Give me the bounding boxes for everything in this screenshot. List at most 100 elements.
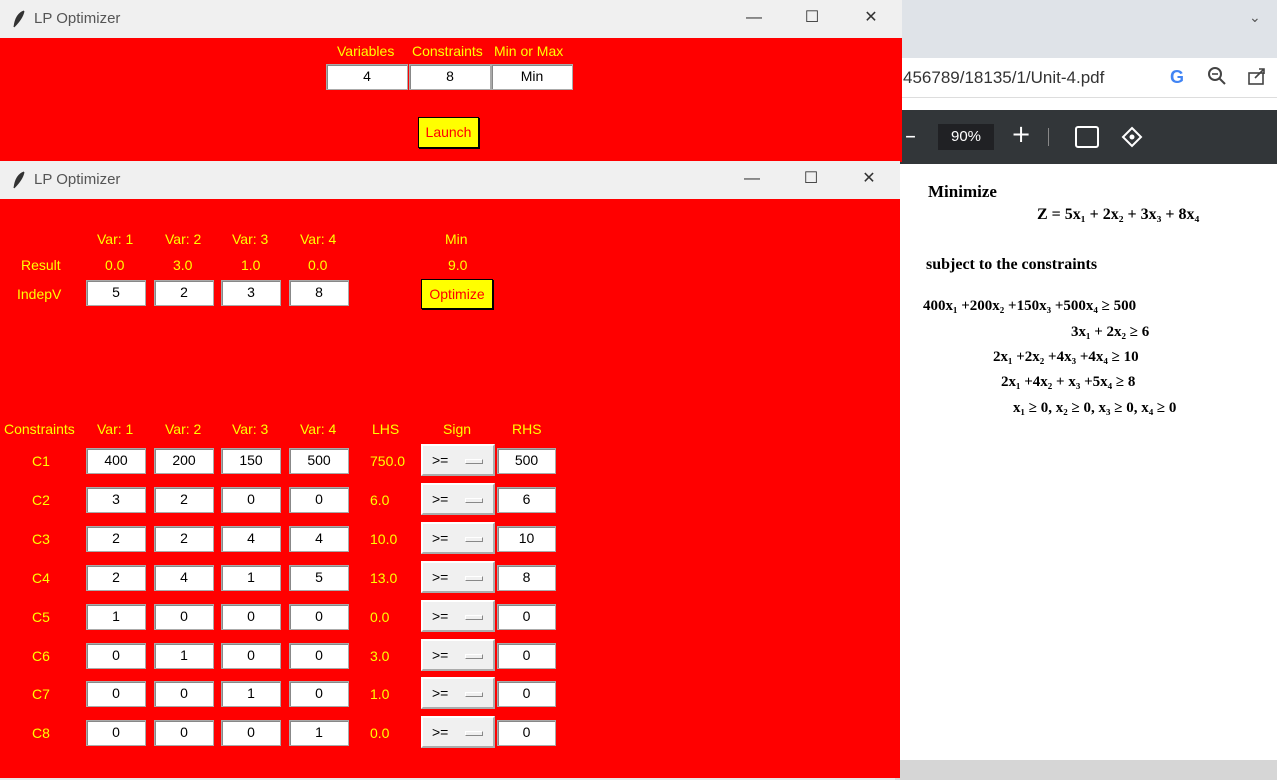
coefficient-input[interactable]: 0: [289, 603, 349, 630]
coefficient-input[interactable]: 0: [221, 603, 281, 630]
sign-dropdown[interactable]: >=: [421, 716, 495, 749]
lhs-value: 6.0: [370, 491, 390, 508]
coefficient-input[interactable]: 0: [154, 603, 214, 630]
coefficient-input[interactable]: 0: [221, 642, 281, 669]
lhs-value: 10.0: [370, 530, 398, 547]
feather-icon: [13, 10, 25, 28]
sign-dropdown[interactable]: >=: [421, 560, 495, 593]
coefficient-input[interactable]: 1: [86, 603, 146, 630]
min-max-input[interactable]: Min: [491, 64, 573, 90]
dropdown-indicator-icon: [465, 575, 483, 581]
coefficient-input[interactable]: 0: [289, 681, 349, 708]
coefficient-input[interactable]: 0: [154, 681, 214, 708]
constraints-input[interactable]: 8: [409, 64, 491, 90]
constraint-name: C2: [32, 491, 50, 508]
zoom-icon[interactable]: [1207, 66, 1227, 86]
coefficient-input[interactable]: 4: [154, 564, 214, 591]
lhs-value: 0.0: [370, 608, 390, 625]
pdf-constraint: 3x₁ + 2x₂ ≥ 6: [1071, 324, 1150, 340]
var-header: Var: 3: [232, 421, 269, 437]
sign-dropdown[interactable]: >=: [421, 482, 495, 515]
coefficient-input[interactable]: 0: [289, 642, 349, 669]
rhs-input[interactable]: 6: [497, 486, 556, 513]
coefficient-input[interactable]: 2: [154, 486, 214, 513]
coefficient-input[interactable]: 0: [154, 720, 214, 747]
var-header: Var: 2: [165, 231, 202, 247]
coefficient-input[interactable]: 0: [86, 642, 146, 669]
rhs-input[interactable]: 0: [497, 642, 556, 669]
coefficient-input[interactable]: 1: [154, 642, 214, 669]
google-icon[interactable]: G: [1170, 67, 1184, 88]
coefficient-input[interactable]: 4: [221, 525, 281, 552]
coefficient-input[interactable]: 0: [86, 681, 146, 708]
minimize-icon[interactable]: —: [744, 8, 764, 28]
dropdown-indicator-icon: [465, 614, 483, 620]
coefficient-input[interactable]: 400: [86, 448, 146, 474]
horizontal-scrollbar[interactable]: [895, 760, 1277, 780]
share-icon[interactable]: [1247, 66, 1267, 86]
url-text[interactable]: 456789/18135/1/Unit-4.pdf: [903, 68, 1104, 88]
rhs-input[interactable]: 0: [497, 720, 556, 747]
coefficient-input[interactable]: 150: [221, 448, 281, 474]
feather-icon: [13, 171, 25, 189]
zoom-in-button[interactable]: +: [1011, 120, 1031, 148]
var-header: Var: 4: [300, 231, 337, 247]
coefficient-input[interactable]: 4: [289, 525, 349, 552]
result-value: 0.0: [105, 257, 125, 273]
coefficient-input[interactable]: 500: [289, 448, 349, 474]
pdf-toolbar: – 90% +: [895, 110, 1277, 164]
maximize-icon[interactable]: ☐: [801, 169, 821, 189]
window-title: LP Optimizer: [34, 171, 121, 188]
title-bar[interactable]: LP Optimizer — ☐ ✕: [0, 0, 902, 38]
close-icon[interactable]: ✕: [861, 8, 881, 28]
coefficient-input[interactable]: 200: [154, 448, 214, 474]
result-label: Result: [21, 257, 61, 273]
sign-dropdown[interactable]: >=: [421, 599, 495, 632]
constraint-name: C4: [32, 569, 50, 586]
dropdown-indicator-icon: [465, 459, 483, 464]
coefficient-input[interactable]: 5: [289, 564, 349, 591]
coefficient-input[interactable]: 1: [221, 564, 281, 591]
chevron-down-icon[interactable]: ⌄: [1249, 10, 1263, 26]
rhs-input[interactable]: 8: [497, 564, 556, 591]
tab-strip: ⌄: [895, 0, 1277, 58]
dropdown-indicator-icon: [465, 731, 483, 737]
coefficient-input[interactable]: 1: [289, 720, 349, 747]
sign-value: >=: [432, 607, 449, 624]
coefficient-input[interactable]: 2: [86, 525, 146, 552]
indepv-input[interactable]: 5: [86, 280, 146, 306]
coefficient-input[interactable]: 2: [154, 525, 214, 552]
rotate-icon[interactable]: [1119, 124, 1145, 150]
coefficient-input[interactable]: 1: [221, 681, 281, 708]
indepv-input[interactable]: 8: [289, 280, 349, 306]
sign-dropdown[interactable]: >=: [421, 638, 495, 671]
coefficient-input[interactable]: 2: [86, 564, 146, 591]
rhs-input[interactable]: 10: [497, 525, 556, 552]
zoom-out-button[interactable]: –: [905, 124, 916, 149]
indepv-input[interactable]: 3: [221, 280, 281, 306]
sign-dropdown[interactable]: >=: [421, 677, 495, 710]
rhs-input[interactable]: 500: [497, 448, 556, 474]
sign-dropdown[interactable]: >=: [421, 521, 495, 554]
maximize-icon[interactable]: ☐: [802, 8, 822, 28]
coefficient-input[interactable]: 0: [221, 720, 281, 747]
indepv-input[interactable]: 2: [154, 280, 214, 306]
rhs-input[interactable]: 0: [497, 681, 556, 708]
launch-button[interactable]: Launch: [418, 117, 479, 148]
coefficient-input[interactable]: 0: [221, 486, 281, 513]
coefficient-input[interactable]: 0: [289, 486, 349, 513]
variables-input[interactable]: 4: [326, 64, 408, 90]
sign-dropdown[interactable]: >=: [421, 444, 495, 476]
coefficient-input[interactable]: 3: [86, 486, 146, 513]
address-bar[interactable]: 456789/18135/1/Unit-4.pdf G: [895, 58, 1277, 98]
pdf-objective: Z = 5x₁ + 2x₂ + 3x₃ + 8x₄: [1037, 206, 1200, 223]
zoom-level[interactable]: 90%: [938, 124, 994, 150]
rhs-input[interactable]: 0: [497, 603, 556, 630]
coefficient-input[interactable]: 0: [86, 720, 146, 747]
fit-page-icon[interactable]: [1075, 126, 1099, 148]
dropdown-indicator-icon: [465, 653, 483, 659]
optimize-button[interactable]: Optimize: [421, 279, 493, 309]
title-bar[interactable]: LP Optimizer — ☐ ✕: [0, 161, 900, 199]
minimize-icon[interactable]: —: [742, 169, 762, 189]
close-icon[interactable]: ✕: [859, 169, 879, 189]
